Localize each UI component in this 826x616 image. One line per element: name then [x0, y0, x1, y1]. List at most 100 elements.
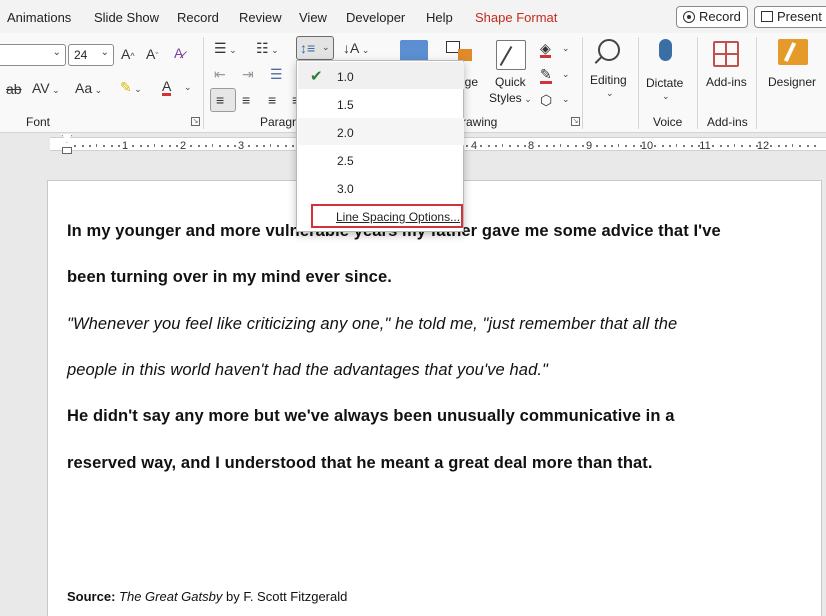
ruler-number: 3	[237, 140, 245, 152]
font-dialog-launcher-icon[interactable]: ↘	[191, 117, 200, 126]
tab-record[interactable]: Record	[177, 10, 219, 25]
line-spacing-button[interactable]: ↕≡ ⌄	[296, 36, 334, 60]
shapes-icon[interactable]	[400, 40, 428, 62]
font-name-combo[interactable]: ⌄	[0, 44, 66, 66]
add-ins-icon[interactable]	[713, 41, 739, 67]
clear-formatting-icon[interactable]: A̷	[174, 46, 183, 60]
chevron-down-icon[interactable]: ⌄	[606, 89, 614, 98]
tab-slide-show[interactable]: Slide Show	[94, 10, 159, 25]
columns-icon[interactable]: ☰	[270, 67, 283, 81]
line-spacing-option-2-5[interactable]: 2.5	[298, 146, 464, 173]
bullets-icon[interactable]: ☰ ⌄	[214, 41, 237, 55]
line-spacing-option-1-0[interactable]: ✔ 1.0	[298, 62, 464, 89]
ruler-tick	[676, 144, 677, 147]
line-spacing-options-item[interactable]: Line Spacing Options...	[311, 204, 463, 228]
ruler-tick	[81, 145, 84, 147]
ruler-tick	[494, 145, 497, 147]
line-spacing-option-3-0[interactable]: 3.0	[298, 174, 464, 201]
tab-shape-format[interactable]: Shape Format	[475, 10, 557, 25]
chevron-down-icon[interactable]: ⌄	[562, 70, 570, 79]
paragraph-3-line-1[interactable]: He didn't say any more but we've always …	[67, 407, 675, 426]
ruler-tick	[784, 145, 787, 147]
shape-outline-icon[interactable]: ✎	[540, 67, 552, 84]
document-page[interactable]	[47, 180, 822, 616]
tab-help[interactable]: Help	[426, 10, 453, 25]
ruler-tick	[255, 145, 258, 147]
ruler-tick	[567, 145, 570, 147]
designer-icon[interactable]	[778, 39, 808, 65]
chevron-down-icon[interactable]: ⌄	[562, 44, 570, 53]
paragraph-3-line-2[interactable]: reserved way, and I understood that he m…	[67, 454, 653, 473]
ruler-tick	[574, 145, 577, 147]
tab-view[interactable]: View	[299, 10, 327, 25]
source-citation[interactable]: Source: The Great Gatsby by F. Scott Fit…	[67, 589, 347, 604]
ruler-tick	[190, 145, 193, 147]
indent-marker-icon[interactable]	[61, 134, 73, 154]
designer-button[interactable]: Designer	[768, 75, 816, 89]
editing-button[interactable]: Editing	[590, 73, 627, 87]
drawing-dialog-launcher-icon[interactable]: ↘	[571, 117, 580, 126]
tab-developer[interactable]: Developer	[346, 10, 405, 25]
record-button[interactable]: Record	[676, 6, 748, 28]
ruler-tick	[88, 145, 91, 147]
microphone-icon[interactable]	[659, 39, 672, 61]
decrease-indent-icon[interactable]: ⇤	[214, 67, 226, 81]
source-author: by F. Scott Fitzgerald	[225, 589, 348, 604]
chevron-down-icon: ⌄	[322, 42, 330, 52]
chevron-down-icon[interactable]: ⌄	[562, 95, 570, 104]
ruler-tick	[625, 145, 628, 147]
chevron-down-icon[interactable]: ⌄	[184, 83, 192, 92]
highlight-icon[interactable]: ✎ ⌄	[120, 80, 142, 94]
align-right-icon[interactable]: ≡	[268, 93, 276, 107]
numbering-icon[interactable]: ☷ ⌄	[256, 41, 279, 55]
chevron-down-icon[interactable]: ⌄	[662, 92, 670, 101]
ruler-tick	[596, 145, 599, 147]
line-spacing-option-2-0[interactable]: 2.0	[298, 118, 464, 145]
paragraph-2-line-2[interactable]: people in this world haven't had the adv…	[67, 361, 548, 380]
ruler-tick	[516, 145, 519, 147]
ruler-tick	[719, 145, 722, 147]
line-spacing-menu: ✔ 1.0 1.5 2.0 2.5 3.0 Line Spacing Optio…	[296, 60, 464, 232]
ruler-tick	[560, 144, 561, 147]
dictate-button[interactable]: Dictate	[646, 76, 683, 90]
paragraph-1-line-2[interactable]: been turning over in my mind ever since.	[67, 268, 392, 287]
ruler-tick	[690, 145, 693, 147]
font-size-combo[interactable]: 24 ⌄	[68, 44, 114, 66]
shape-fill-icon[interactable]: ◈	[540, 41, 551, 58]
line-spacing-option-1-5[interactable]: 1.5	[298, 90, 464, 117]
tab-review[interactable]: Review	[239, 10, 282, 25]
increase-font-size-icon[interactable]: A^	[121, 47, 135, 61]
strikethrough-icon[interactable]: ab	[6, 82, 22, 96]
change-case-icon[interactable]: Aa ⌄	[75, 81, 102, 95]
ruler-tick	[639, 145, 642, 147]
add-ins-button[interactable]: Add-ins	[706, 75, 747, 89]
ruler-tick	[654, 145, 657, 147]
checkmark-icon: ✔	[310, 68, 323, 85]
present-icon	[761, 11, 773, 22]
font-color-icon[interactable]: A	[162, 79, 172, 96]
paragraph-2-line-1[interactable]: "Whenever you feel like criticizing any …	[67, 315, 677, 334]
ruler-tick	[197, 145, 200, 147]
ruler-tick	[661, 145, 664, 147]
text-direction-icon[interactable]: ↓A ⌄	[343, 41, 369, 55]
ruler-tick	[502, 144, 503, 147]
present-button[interactable]: Present in	[754, 6, 826, 28]
ruler-tick	[726, 145, 729, 147]
decrease-font-size-icon[interactable]: Aˇ	[146, 47, 158, 61]
quick-styles-label[interactable]: Quick	[495, 75, 526, 89]
group-separator	[582, 37, 583, 129]
shape-effects-icon[interactable]: ⬡	[540, 93, 552, 107]
group-separator	[638, 37, 639, 129]
ruler-tick	[509, 145, 512, 147]
quick-styles-icon[interactable]	[496, 40, 526, 70]
chevron-down-icon: ⌄	[100, 47, 109, 58]
source-title: The Great Gatsby	[119, 589, 223, 604]
ruler-tick	[103, 145, 106, 147]
ruler-tick	[270, 144, 271, 147]
align-center-icon[interactable]: ≡	[242, 93, 250, 107]
increase-indent-icon[interactable]: ⇥	[242, 67, 254, 81]
tab-animations[interactable]: Animations	[7, 10, 71, 25]
ruler-tick	[161, 145, 164, 147]
styles-label[interactable]: Styles ⌄	[489, 91, 532, 105]
character-spacing-icon[interactable]: AV ⌄	[32, 81, 60, 95]
